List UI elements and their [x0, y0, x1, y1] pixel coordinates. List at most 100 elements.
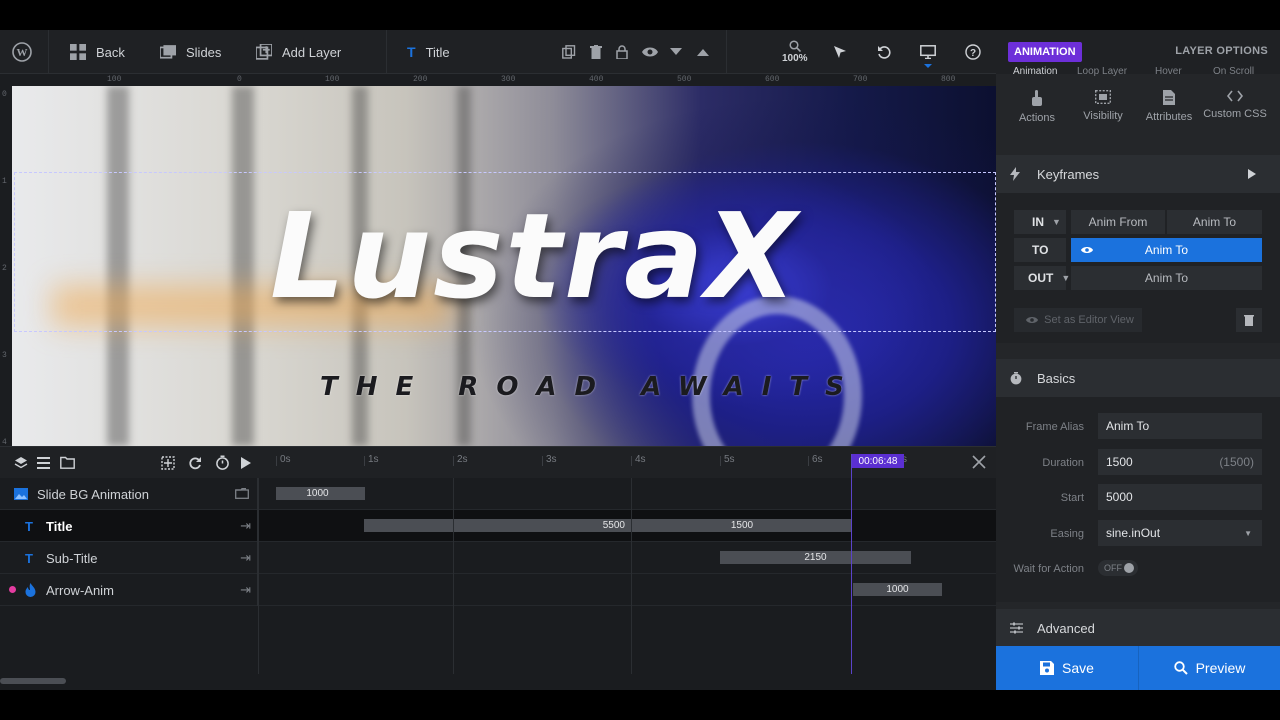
wait-for-action-toggle[interactable]: OFF	[1098, 560, 1138, 576]
device-desktop-button[interactable]	[920, 30, 936, 74]
ruler-tick-label: 400	[589, 75, 604, 84]
sliders-icon	[1010, 622, 1023, 634]
set-editor-view-button[interactable]: Set as Editor View	[1014, 308, 1142, 332]
timeline-row-subtitle[interactable]: T Sub-Title ⇥ 2150	[0, 542, 996, 574]
delete-button[interactable]	[590, 30, 602, 74]
keyframe-bar[interactable]: 1000	[276, 487, 365, 500]
subtitle-layer[interactable]: THE ROAD AWAITS	[320, 372, 862, 402]
floppy-disk-icon	[1040, 661, 1055, 675]
folder-image-icon[interactable]	[235, 488, 249, 499]
lock-button[interactable]	[616, 30, 628, 74]
ruler-tick-label: 0	[2, 90, 7, 99]
layer-up-button[interactable]	[697, 30, 709, 74]
enter-arrow-icon[interactable]: ⇥	[240, 518, 251, 534]
timeline-panel: Slide BG Animation 1000 T Title ⇥ 5500 1…	[0, 478, 996, 690]
wordpress-logo-button[interactable]: W	[12, 30, 32, 74]
eye-icon	[1026, 317, 1038, 323]
back-button[interactable]: Back	[70, 30, 125, 74]
keyframe-bar[interactable]: 2150	[720, 551, 911, 564]
in-dropdown[interactable]: IN ▼	[1014, 210, 1066, 234]
anim-to-out-keyframe[interactable]: Anim To	[1071, 266, 1262, 290]
timeline-tick-mark	[364, 456, 365, 466]
anim-to-in-keyframe[interactable]: Anim To	[1167, 210, 1262, 234]
preview-button[interactable]: Preview	[1138, 646, 1280, 690]
bar-label: 5500	[602, 520, 625, 531]
option-tabs: Actions Visibility Attributes Custom CSS	[996, 90, 1280, 140]
tab-attributes[interactable]: Attributes	[1134, 90, 1204, 140]
delete-keyframe-button[interactable]	[1236, 308, 1262, 332]
keyframe-bar-selected[interactable]: 1500	[632, 519, 852, 532]
timeline-tick-label: 5s	[724, 454, 735, 465]
cursor-icon	[834, 46, 846, 58]
layer-options-tab[interactable]: LAYER OPTIONS	[1175, 45, 1268, 57]
keyframe-bar[interactable]: 5500	[364, 519, 631, 532]
save-label: Save	[1062, 660, 1094, 676]
keyframe-bar[interactable]: 1000	[853, 583, 942, 596]
playhead[interactable]	[851, 454, 852, 674]
advanced-title: Advanced	[1037, 620, 1095, 636]
subtab-loop-layer[interactable]: Loop Layer	[1077, 66, 1127, 77]
redo-loop-icon[interactable]	[188, 456, 202, 470]
document-icon	[1163, 90, 1175, 105]
enter-arrow-icon[interactable]: ⇥	[240, 550, 251, 566]
tab-label: Actions	[1018, 112, 1056, 124]
text-layer-icon: T	[407, 44, 416, 60]
dropdown-arrow-icon: ▼	[1244, 528, 1252, 538]
subtab-hover[interactable]: Hover	[1155, 66, 1182, 77]
keyframe-label: Anim To	[1144, 243, 1189, 257]
frame-alias-input[interactable]: Anim To	[1098, 413, 1262, 439]
layer-label: Title	[46, 518, 73, 534]
help-button[interactable]: ?	[965, 30, 981, 74]
animation-tab[interactable]: ANIMATION	[1008, 42, 1082, 62]
timeline-row-title[interactable]: T Title ⇥ 5500 1500	[0, 510, 996, 542]
ruler-tick-label: 4	[2, 438, 7, 446]
slides-button[interactable]: Slides	[160, 30, 221, 74]
subtab-animation[interactable]: Animation	[1013, 66, 1057, 77]
slides-label: Slides	[186, 44, 222, 60]
search-icon	[789, 40, 801, 52]
tab-actions[interactable]: Actions	[1002, 90, 1072, 140]
visibility-icon	[1095, 90, 1111, 104]
select-tool-button[interactable]	[833, 30, 847, 74]
duration-input[interactable]: 1500 (1500)	[1098, 449, 1262, 475]
color-dot-icon	[9, 586, 16, 593]
timeline-row-arrow-anim[interactable]: Arrow-Anim ⇥ 1000	[0, 574, 996, 606]
add-layer-button[interactable]: Add Layer	[256, 30, 341, 74]
trash-icon	[590, 45, 602, 59]
enter-arrow-icon[interactable]: ⇥	[240, 582, 251, 598]
search-icon	[1173, 661, 1188, 675]
folder-icon[interactable]	[60, 456, 75, 469]
selection-icon[interactable]	[161, 456, 175, 470]
duplicate-button[interactable]	[562, 30, 576, 74]
out-dropdown[interactable]: OUT ▼	[1014, 266, 1070, 290]
list-icon[interactable]	[37, 457, 50, 469]
easing-select[interactable]: sine.inOut ▼	[1098, 520, 1262, 546]
keyframes-section-header[interactable]: Keyframes	[996, 155, 1280, 193]
basics-section-header[interactable]: Basics	[996, 359, 1280, 397]
anim-from-keyframe[interactable]: Anim From	[1071, 210, 1165, 234]
subtab-on-scroll[interactable]: On Scroll	[1213, 66, 1254, 77]
timeline-scrollbar[interactable]	[0, 678, 66, 684]
tab-visibility[interactable]: Visibility	[1068, 90, 1138, 140]
undo-button[interactable]	[877, 30, 891, 74]
layer-down-button[interactable]	[670, 30, 682, 74]
toggle-knob	[1124, 563, 1134, 573]
save-button[interactable]: Save	[996, 646, 1138, 690]
anim-to-selected-keyframe[interactable]: Anim To	[1071, 238, 1262, 262]
ruler-tick-label: 3	[2, 351, 7, 360]
start-input[interactable]: 5000	[1098, 484, 1262, 510]
current-time-badge[interactable]: 00:06:48	[852, 454, 904, 468]
tab-custom-css[interactable]: Custom CSS	[1200, 90, 1270, 140]
layer-select[interactable]: T Title	[407, 30, 450, 74]
advanced-section-header[interactable]: Advanced	[996, 609, 1280, 647]
layers-icon[interactable]	[14, 456, 28, 470]
fire-icon	[25, 583, 36, 597]
zoom-button[interactable]: 100%	[782, 30, 808, 74]
play-keyframes-icon[interactable]	[1248, 169, 1256, 179]
timeline-row-slide-bg[interactable]: Slide BG Animation 1000	[0, 478, 996, 510]
visibility-button[interactable]	[642, 30, 658, 74]
play-icon[interactable]	[240, 456, 252, 470]
back-label: Back	[96, 44, 125, 60]
title-layer[interactable]: LustraX	[270, 186, 910, 326]
stopwatch-icon[interactable]	[215, 455, 230, 470]
